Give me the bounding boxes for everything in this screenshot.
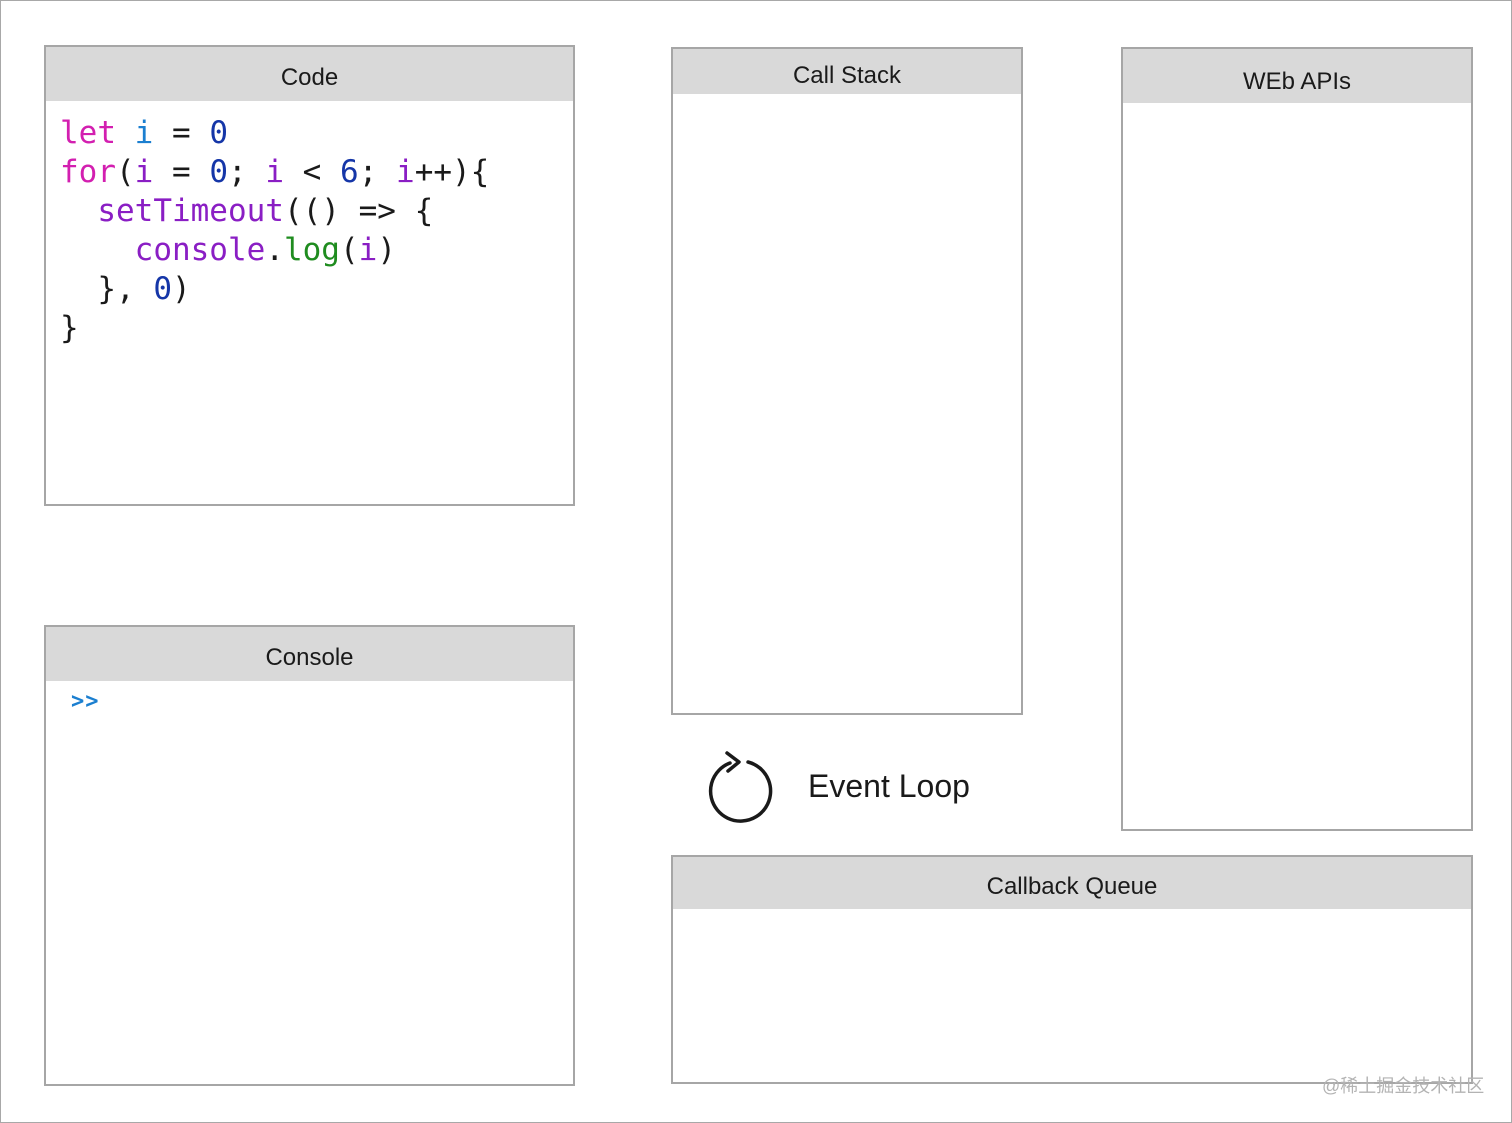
code-panel: Code let i = 0 for(i = 0; i < 6; i++){ se… [44, 45, 575, 506]
console-prompt[interactable]: >> [71, 689, 100, 714]
code-token: ; [228, 154, 266, 190]
web-apis-panel-title: WEb APIs [1123, 49, 1471, 103]
code-token: i [134, 154, 154, 190]
code-token: ( [116, 154, 135, 190]
code-token: console [134, 232, 266, 268]
code-token: log [283, 232, 340, 268]
code-token: = [153, 115, 210, 151]
call-stack-panel: Call Stack [671, 47, 1023, 715]
code-token: i [396, 154, 415, 190]
code-line: console.log(i) [60, 231, 489, 270]
code-line: let i = 0 [60, 114, 489, 153]
event-loop-label: Event Loop [808, 768, 970, 804]
code-token: ) [377, 232, 396, 268]
code-line: for(i = 0; i < 6; i++){ [60, 153, 489, 192]
code-token: 6 [340, 154, 359, 190]
refresh-icon [708, 751, 773, 823]
console-panel: Console >> [44, 625, 575, 1086]
code-line: }, 0) [60, 270, 489, 309]
code-token: setTimeout [97, 193, 284, 229]
code-token: ++){ [414, 154, 490, 190]
call-stack-panel-title: Call Stack [673, 49, 1021, 94]
code-token: i [265, 154, 285, 190]
code-token: i [358, 232, 378, 268]
code-token: = [153, 154, 210, 190]
code-token: 0 [209, 154, 229, 190]
web-apis-panel: WEb APIs [1121, 47, 1473, 831]
code-token: < [284, 154, 341, 190]
code-token: (() => { [283, 193, 434, 229]
callback-queue-panel: Callback Queue [671, 855, 1473, 1084]
watermark: @稀土掘金技术社区 [1322, 1076, 1485, 1096]
code-token: } [60, 310, 79, 346]
code-token: let [60, 115, 116, 151]
code-token: ( [339, 232, 359, 268]
code-token: ; [358, 154, 397, 190]
code-token: i [134, 115, 154, 151]
code-token: 0 [153, 271, 172, 307]
code-line: } [60, 309, 489, 348]
code-token: . [265, 232, 284, 268]
code-token: for [60, 154, 116, 190]
callback-queue-panel-title: Callback Queue [673, 857, 1471, 909]
console-panel-title: Console [46, 627, 573, 681]
code-token: ) [172, 271, 191, 307]
code-token: }, [60, 271, 154, 307]
code-token: 0 [209, 115, 229, 151]
code-panel-title: Code [46, 47, 573, 101]
code-line: setTimeout(() => { [60, 192, 489, 231]
code-block: let i = 0 for(i = 0; i < 6; i++){ setTime… [60, 114, 489, 348]
